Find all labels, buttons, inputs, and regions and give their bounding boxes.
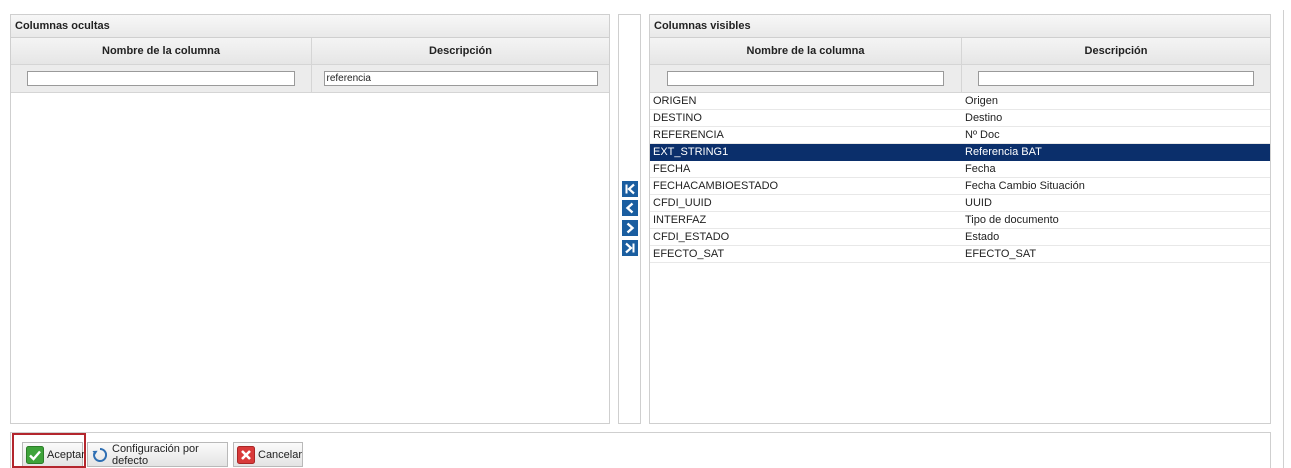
visible-columns-filter-row xyxy=(650,65,1270,93)
close-icon xyxy=(237,445,255,464)
table-row[interactable]: FECHA Fecha xyxy=(650,161,1270,178)
column-header-description[interactable]: Descripción xyxy=(961,38,1270,64)
visible-name-filter-input[interactable] xyxy=(667,71,944,86)
hidden-columns-header: Nombre de la columna Descripción xyxy=(11,38,609,65)
table-row[interactable]: DESTINO Destino xyxy=(650,110,1270,127)
window-edge xyxy=(1283,10,1284,468)
reset-icon xyxy=(91,446,109,464)
column-description-cell: Destino xyxy=(965,112,1003,124)
column-name-cell: EXT_STRING1 xyxy=(653,146,729,158)
default-config-button[interactable]: Configuración por defecto xyxy=(87,442,228,467)
table-row[interactable]: CFDI_UUID UUID xyxy=(650,195,1270,212)
column-name-cell: CFDI_UUID xyxy=(653,197,712,209)
accept-button[interactable]: Aceptar xyxy=(22,442,85,467)
column-description-cell: Fecha Cambio Situación xyxy=(965,180,1085,192)
table-row[interactable]: EFECTO_SAT EFECTO_SAT xyxy=(650,246,1270,263)
column-header-name[interactable]: Nombre de la columna xyxy=(11,38,311,64)
visible-columns-header: Nombre de la columna Descripción xyxy=(650,38,1270,65)
visible-columns-panel: Columnas visibles Nombre de la columna D… xyxy=(649,14,1271,424)
move-first-icon xyxy=(625,183,635,195)
column-name-cell: CFDI_ESTADO xyxy=(653,231,730,243)
column-description-cell: Tipo de documento xyxy=(965,214,1059,226)
filter-cell-description xyxy=(311,65,609,92)
column-name-cell: REFERENCIA xyxy=(653,129,724,141)
cancel-label: Cancelar xyxy=(258,448,303,461)
hidden-columns-list[interactable] xyxy=(11,93,609,423)
move-left-icon xyxy=(625,202,634,214)
accept-label: Aceptar xyxy=(47,448,85,461)
table-row[interactable]: FECHACAMBIOESTADO Fecha Cambio Situación xyxy=(650,178,1270,195)
hidden-columns-panel: Columnas ocultas Nombre de la columna De… xyxy=(10,14,610,424)
column-name-cell: DESTINO xyxy=(653,112,702,124)
table-row[interactable]: ORIGEN Origen xyxy=(650,93,1270,110)
table-row[interactable]: EXT_STRING1 Referencia BAT xyxy=(650,144,1270,161)
column-description-cell: Referencia BAT xyxy=(965,146,1042,158)
column-description-cell: Origen xyxy=(965,95,999,107)
move-all-left-button[interactable] xyxy=(622,181,638,197)
move-last-icon xyxy=(625,242,635,254)
visible-columns-title: Columnas visibles xyxy=(650,15,1270,38)
cancel-button[interactable]: Cancelar xyxy=(233,442,303,467)
filter-cell-description xyxy=(961,65,1270,92)
column-description-cell: Fecha xyxy=(965,163,996,175)
move-right-icon xyxy=(626,222,635,234)
table-row[interactable]: INTERFAZ Tipo de documento xyxy=(650,212,1270,229)
hidden-name-filter-input[interactable] xyxy=(27,71,295,86)
move-right-button[interactable] xyxy=(622,220,638,236)
column-header-name[interactable]: Nombre de la columna xyxy=(650,38,961,64)
column-name-cell: EFECTO_SAT xyxy=(653,248,725,260)
dialog-footer: Aceptar Configuración por defecto Cancel… xyxy=(10,432,1271,468)
column-name-cell: ORIGEN xyxy=(653,95,697,107)
column-name-cell: FECHA xyxy=(653,163,691,175)
hidden-columns-filter-row xyxy=(11,65,609,93)
move-buttons-column xyxy=(618,14,641,424)
move-all-right-button[interactable] xyxy=(622,240,638,256)
column-description-cell: Estado xyxy=(965,231,1000,243)
checkmark-icon xyxy=(26,445,44,464)
table-row[interactable]: CFDI_ESTADO Estado xyxy=(650,229,1270,246)
column-name-cell: FECHACAMBIOESTADO xyxy=(653,180,779,192)
filter-cell-name xyxy=(650,65,961,92)
filter-cell-name xyxy=(11,65,311,92)
column-header-description[interactable]: Descripción xyxy=(311,38,609,64)
visible-description-filter-input[interactable] xyxy=(978,71,1254,86)
column-name-cell: INTERFAZ xyxy=(653,214,707,226)
hidden-description-filter-input[interactable] xyxy=(323,71,598,86)
default-config-label: Configuración por defecto xyxy=(112,442,199,467)
column-description-cell: UUID xyxy=(965,197,992,209)
move-left-button[interactable] xyxy=(622,200,638,216)
column-description-cell: Nº Doc xyxy=(965,129,1000,141)
hidden-columns-title: Columnas ocultas xyxy=(11,15,609,38)
column-description-cell: EFECTO_SAT xyxy=(965,248,1037,260)
visible-columns-list: ORIGEN Origen DESTINO Destino REFERENCIA Nº D… xyxy=(650,93,1270,263)
table-row[interactable]: REFERENCIA Nº Doc xyxy=(650,127,1270,144)
